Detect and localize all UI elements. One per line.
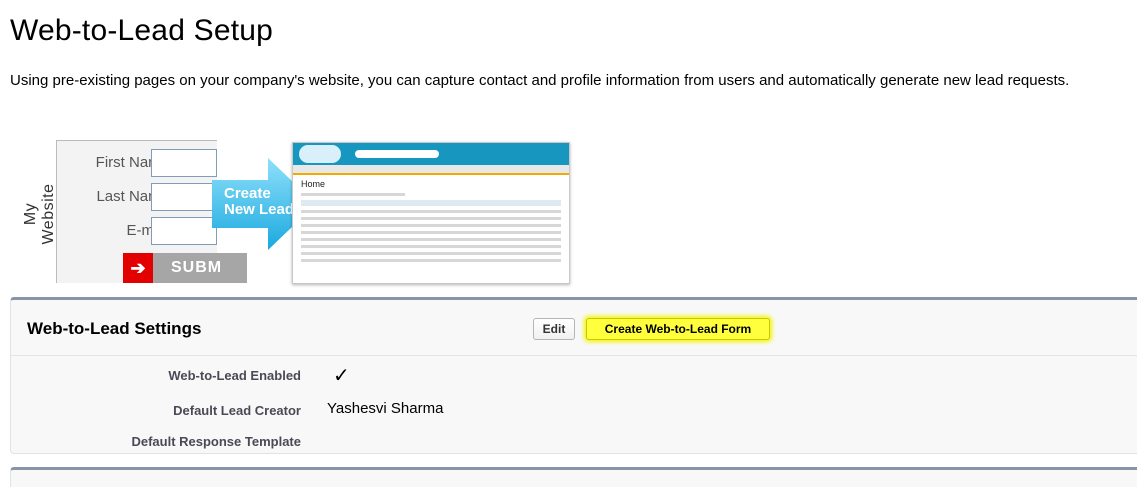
- next-panel-edge: [10, 467, 1137, 487]
- checkmark-icon: ✓: [333, 365, 350, 387]
- intro-text: Using pre-existing pages on your company…: [10, 72, 1070, 89]
- default-lead-creator-label: Default Lead Creator: [173, 403, 301, 418]
- settings-panel-header: Web-to-Lead Settings Edit Create Web-to-…: [11, 300, 1137, 356]
- thumbnail-line: [301, 210, 561, 213]
- web-to-lead-settings-panel: Web-to-Lead Settings Edit Create Web-to-…: [10, 297, 1137, 454]
- thumbnail-line: [301, 224, 561, 227]
- sample-first-name-box: [151, 149, 217, 177]
- thumbnail-line: [301, 238, 561, 241]
- create-web-to-lead-form-button[interactable]: Create Web-to-Lead Form: [586, 318, 770, 340]
- web-to-lead-illustration: My Website First Name Last Name E-mail ➔…: [22, 138, 576, 286]
- thumbnail-body: Home: [293, 175, 569, 270]
- arrow-right-icon: ➔: [123, 253, 153, 283]
- sample-submit-label: SUBM: [171, 259, 223, 276]
- thumbnail-line: [301, 252, 561, 255]
- thumbnail-line: [301, 217, 561, 220]
- default-response-template-label: Default Response Template: [131, 434, 301, 449]
- create-new-lead-text: Create New Lead: [224, 186, 294, 218]
- thumbnail-header: [293, 143, 569, 165]
- thumbnail-tabs: [293, 165, 569, 175]
- thumbnail-line: [301, 245, 561, 248]
- arrow-text-line2: New Lead: [224, 201, 295, 218]
- sample-submit-button: ➔ SUBM: [123, 253, 247, 283]
- page-title: Web-to-Lead Setup: [10, 14, 274, 47]
- default-lead-creator-value: Yashesvi Sharma: [327, 400, 444, 417]
- thumbnail-search-bar: [355, 150, 439, 158]
- field-row-web-to-lead-enabled: Web-to-Lead Enabled ✓: [11, 364, 1011, 388]
- salesforce-logo-icon: [299, 145, 341, 163]
- my-website-label: My Website: [22, 183, 57, 245]
- field-row-default-response-template: Default Response Template: [11, 430, 1011, 454]
- settings-panel-title: Web-to-Lead Settings: [27, 319, 202, 338]
- sample-last-name-box: [151, 183, 217, 211]
- arrow-text-line1: Create: [224, 185, 271, 202]
- thumbnail-heading: Home: [301, 179, 326, 189]
- sample-form: First Name Last Name E-mail ➔ SUBM: [56, 140, 247, 283]
- thumbnail-line: [301, 259, 561, 262]
- salesforce-leads-thumbnail: Home: [292, 142, 570, 284]
- field-row-default-lead-creator: Default Lead Creator Yashesvi Sharma: [11, 399, 1011, 423]
- edit-button[interactable]: Edit: [533, 318, 575, 340]
- thumbnail-table-header: [301, 200, 561, 206]
- thumbnail-line: [301, 193, 405, 196]
- thumbnail-line: [301, 231, 561, 234]
- sample-email-box: [151, 217, 217, 245]
- web-to-lead-enabled-label: Web-to-Lead Enabled: [168, 368, 301, 383]
